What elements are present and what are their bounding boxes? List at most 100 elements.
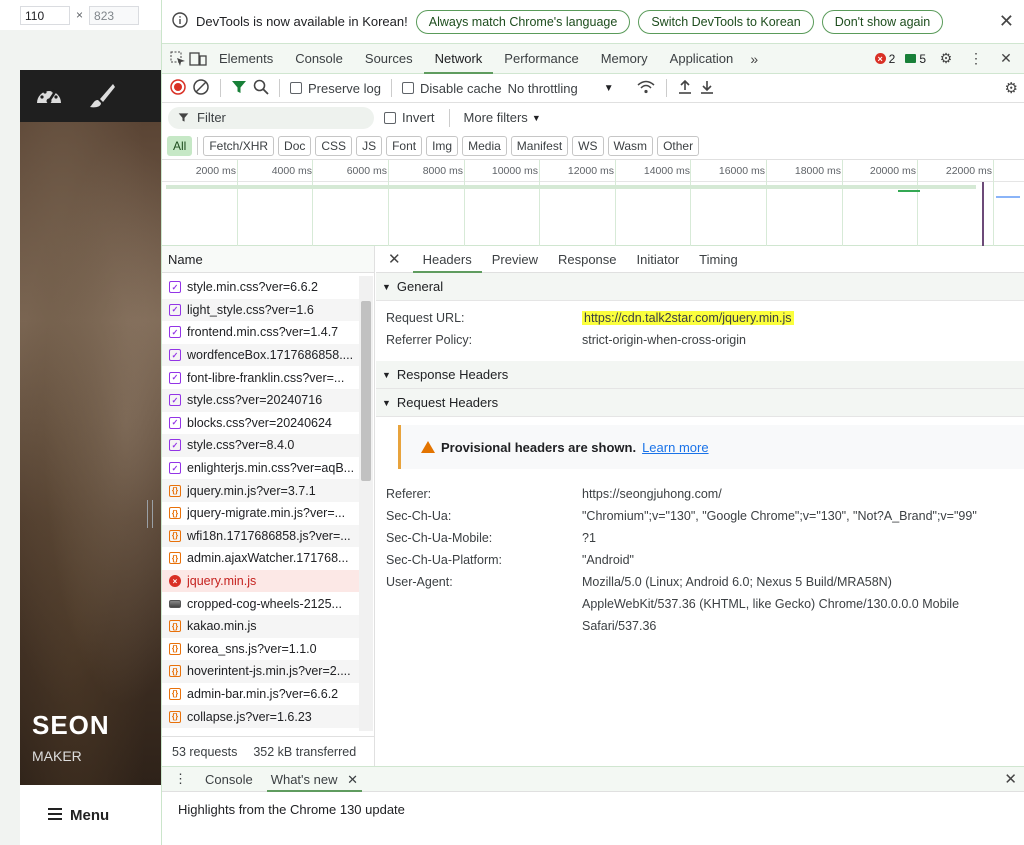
network-overview-timeline[interactable]: 2000 ms 4000 ms 6000 ms 8000 ms 10000 ms… xyxy=(162,160,1024,246)
close-detail-icon[interactable]: ✕ xyxy=(388,250,401,268)
tab-elements[interactable]: Elements xyxy=(208,44,284,74)
request-row[interactable]: ✓ blocks.css?ver=20240624 xyxy=(162,412,359,435)
request-headers-section-header[interactable]: ▼ Request Headers xyxy=(376,389,1024,417)
network-settings-gear-icon[interactable]: ⚙ xyxy=(1005,79,1018,97)
clear-icon[interactable] xyxy=(192,78,210,99)
tab-application[interactable]: Application xyxy=(659,44,745,74)
network-conditions-icon[interactable] xyxy=(636,79,656,98)
upload-icon[interactable] xyxy=(677,79,693,98)
tab-memory[interactable]: Memory xyxy=(590,44,659,74)
request-row[interactable]: {} admin.ajaxWatcher.171768... xyxy=(162,547,359,570)
request-name: kakao.min.js xyxy=(187,619,257,634)
request-row[interactable]: ✓ style.min.css?ver=6.6.2 xyxy=(162,276,359,299)
request-row[interactable]: {} admin-bar.min.js?ver=6.6.2 xyxy=(162,683,359,706)
width-input[interactable]: 110 xyxy=(20,5,70,25)
request-row[interactable]: {} kakao.min.js xyxy=(162,614,359,638)
caret-down-icon[interactable]: ▼ xyxy=(532,113,541,123)
preserve-log-checkbox[interactable] xyxy=(290,82,302,94)
close-devtools-icon[interactable]: ✕ xyxy=(996,49,1016,69)
dont-show-again-button[interactable]: Don't show again xyxy=(821,9,944,34)
type-doc[interactable]: Doc xyxy=(278,135,312,156)
request-url-value[interactable]: https://cdn.talk2star.com/jquery.min.js xyxy=(582,307,1024,329)
request-name: cropped-cog-wheels-2125... xyxy=(187,596,342,611)
tab-console[interactable]: Console xyxy=(284,44,354,74)
tab-initiator[interactable]: Initiator xyxy=(627,246,690,273)
request-row[interactable]: {} wfi18n.1717686858.js?ver=... xyxy=(162,524,359,548)
request-row[interactable]: ✓ light_style.css?ver=1.6 xyxy=(162,298,359,322)
drawer-tab-whats-new[interactable]: What's new ✕ xyxy=(266,767,363,792)
request-row[interactable]: {} collapse.js?ver=1.6.23 xyxy=(162,705,359,728)
response-headers-section-header[interactable]: ▼ Response Headers xyxy=(376,361,1024,389)
tab-sources[interactable]: Sources xyxy=(354,44,424,74)
throttling-select[interactable]: No throttling xyxy=(508,81,578,96)
type-css[interactable]: CSS xyxy=(315,135,353,156)
match-language-button[interactable]: Always match Chrome's language xyxy=(415,9,631,34)
general-section-header[interactable]: ▼ General xyxy=(376,273,1024,301)
record-icon[interactable] xyxy=(170,78,186,98)
tab-response[interactable]: Response xyxy=(548,246,627,273)
request-row[interactable]: ✓ wordfenceBox.1717686858.... xyxy=(162,343,359,367)
request-row[interactable]: {} hoverintent-js.min.js?ver=2.... xyxy=(162,660,359,683)
tab-preview[interactable]: Preview xyxy=(482,246,548,273)
message-count[interactable]: 5 xyxy=(905,52,926,66)
kebab-menu-icon[interactable]: ⋮ xyxy=(966,49,986,69)
type-img[interactable]: Img xyxy=(426,135,459,156)
type-js[interactable]: JS xyxy=(356,135,383,156)
type-all[interactable]: All xyxy=(167,135,193,156)
header-row: Referer: https://seongjuhong.com/ xyxy=(376,483,1024,505)
close-tab-icon[interactable]: ✕ xyxy=(347,772,358,787)
learn-more-link[interactable]: Learn more xyxy=(642,440,708,455)
invert-checkbox[interactable] xyxy=(384,111,396,124)
disable-cache-checkbox[interactable] xyxy=(401,82,414,94)
drawer-menu-icon[interactable]: ⋮ xyxy=(174,771,187,787)
switch-korean-button[interactable]: Switch DevTools to Korean xyxy=(638,9,814,34)
chevron-down-icon[interactable]: ▼ xyxy=(604,83,614,94)
error-count[interactable]: × 2 xyxy=(874,52,895,66)
filter-funnel-icon[interactable] xyxy=(231,79,247,98)
name-column-header[interactable]: Name xyxy=(162,246,374,273)
tab-performance[interactable]: Performance xyxy=(493,44,589,74)
inspect-element-icon[interactable] xyxy=(168,49,188,69)
gear-icon[interactable]: ⚙ xyxy=(936,49,956,69)
type-font[interactable]: Font xyxy=(386,135,423,156)
tab-headers[interactable]: Headers xyxy=(412,246,482,273)
dashboard-icon[interactable] xyxy=(34,83,64,109)
tab-timing[interactable]: Timing xyxy=(689,246,748,273)
more-tabs-icon[interactable]: » xyxy=(744,49,764,69)
tab-network[interactable]: Network xyxy=(423,44,494,74)
device-preview: 110 × 823 SEON MAKER Menu xyxy=(0,0,161,845)
stylesheet-icon: ✓ xyxy=(169,281,181,294)
filter-input[interactable]: Filter xyxy=(168,106,374,129)
close-drawer-icon[interactable]: ✕ xyxy=(1004,770,1017,788)
type-wasm[interactable]: Wasm xyxy=(607,135,654,156)
drawer-tab-console[interactable]: Console xyxy=(205,767,253,792)
request-row[interactable]: ✓ style.css?ver=20240716 xyxy=(162,388,359,412)
request-row[interactable]: {} jquery-migrate.min.js?ver=... xyxy=(162,502,359,525)
request-row[interactable]: {} korea_sns.js?ver=1.1.0 xyxy=(162,638,359,661)
request-row[interactable]: {} jquery.min.js?ver=3.7.1 xyxy=(162,479,359,502)
type-other[interactable]: Other xyxy=(657,135,700,156)
request-row[interactable]: ✓ style.css?ver=8.4.0 xyxy=(162,434,359,457)
timeline-gridline xyxy=(842,160,843,246)
type-media[interactable]: Media xyxy=(462,135,507,156)
height-input[interactable]: 823 xyxy=(89,5,140,25)
download-icon[interactable] xyxy=(699,79,715,98)
filter-toolbar: Filter Invert More filters ▼ xyxy=(162,103,1024,132)
search-icon[interactable] xyxy=(253,79,269,98)
toolbar-divider xyxy=(665,79,667,97)
request-row[interactable]: ✓ frontend.min.css?ver=1.4.7 xyxy=(162,321,359,344)
resize-handle[interactable] xyxy=(147,500,153,528)
paintbrush-icon[interactable] xyxy=(88,82,116,110)
type-ws[interactable]: WS xyxy=(572,135,604,156)
request-row[interactable]: ✓ font-libre-franklin.css?ver=... xyxy=(162,366,359,389)
device-toolbar-icon[interactable] xyxy=(188,49,208,69)
request-row[interactable]: cropped-cog-wheels-2125... xyxy=(162,592,359,615)
scrollbar-thumb[interactable] xyxy=(361,301,371,481)
menu-button[interactable]: Menu xyxy=(20,785,161,845)
type-manifest[interactable]: Manifest xyxy=(510,135,569,156)
request-row[interactable]: ✓ enlighterjs.min.css?ver=aqB... xyxy=(162,457,359,480)
request-row[interactable]: × jquery.min.js xyxy=(162,569,359,593)
type-fetch-xhr[interactable]: Fetch/XHR xyxy=(203,135,275,156)
more-filters-dropdown[interactable]: More filters xyxy=(464,110,528,125)
close-icon[interactable]: ✕ xyxy=(999,11,1014,32)
